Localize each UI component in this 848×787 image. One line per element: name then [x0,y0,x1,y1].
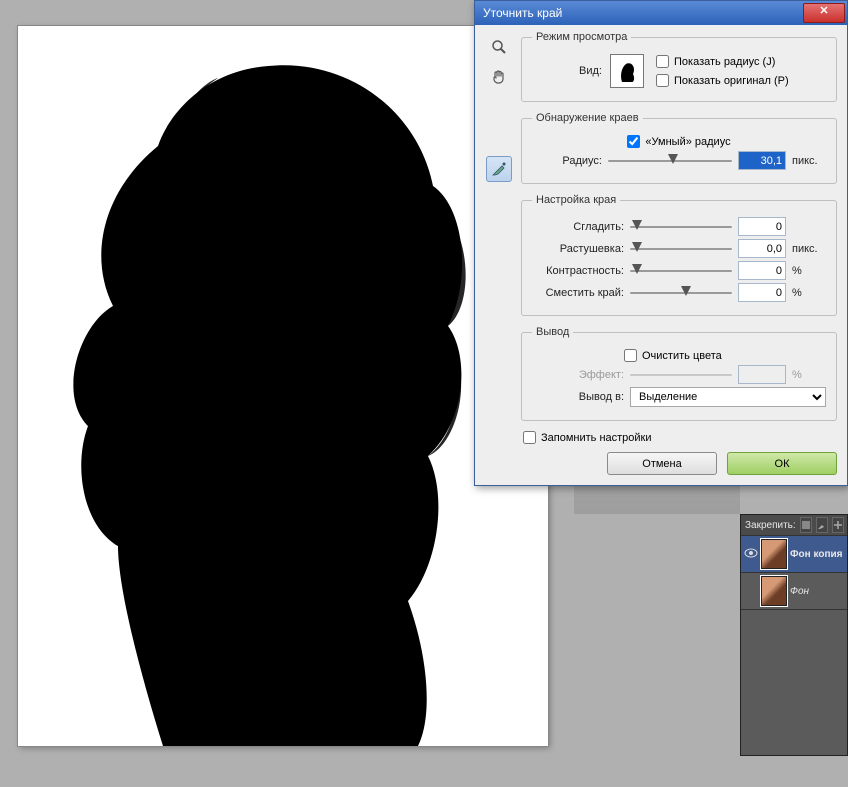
radius-slider[interactable] [608,152,732,170]
refine-edge-dialog: Уточнить край ✕ Режим просмотра [474,0,848,486]
layer-name-label[interactable]: Фон копия [790,549,844,560]
zoom-tool-icon[interactable] [487,35,511,59]
contrast-value[interactable] [738,261,786,280]
layer-row-bg[interactable]: Фон [741,573,847,610]
smart-radius-checkbox[interactable]: «Умный» радиус [627,135,730,148]
section-adjust-legend: Настройка края [532,194,620,206]
remember-settings-input[interactable] [523,431,536,444]
section-edge-detection: Обнаружение краев «Умный» радиус Радиус: [521,112,837,184]
section-view-legend: Режим просмотра [532,31,631,43]
feather-slider[interactable] [630,240,732,258]
lock-transparent-icon[interactable] [800,517,812,533]
refine-brush-tool-icon[interactable] [486,156,512,182]
shift-edge-slider[interactable] [630,284,732,302]
layer-name-label[interactable]: Фон [790,586,844,597]
close-button[interactable]: ✕ [803,3,845,23]
radius-unit: пикс. [792,155,826,167]
radius-value[interactable] [738,151,786,170]
section-output-legend: Вывод [532,326,573,338]
layers-panel: Закрепить: Фон копия Фон [740,514,848,756]
document-canvas[interactable] [18,26,548,746]
lock-brush-icon[interactable] [816,517,828,533]
amount-value [738,365,786,384]
section-edge-legend: Обнаружение краев [532,112,643,124]
visibility-toggle-icon[interactable] [744,548,758,561]
shift-edge-value[interactable] [738,283,786,302]
layer-row-bg-copy[interactable]: Фон копия [741,536,847,573]
view-mode-thumb[interactable] [610,54,644,88]
cancel-button[interactable]: Отмена [607,452,717,475]
output-to-select[interactable]: Выделение [630,387,826,407]
amount-label: Эффект: [532,369,624,381]
show-original-checkbox[interactable]: Показать оригинал (P) [656,74,826,87]
contrast-unit: % [792,265,826,277]
show-radius-checkbox[interactable]: Показать радиус (J) [656,55,826,68]
shift-edge-label: Сместить край: [532,287,624,299]
section-output: Вывод Очистить цвета Эффект: % [521,326,837,421]
layer-thumbnail[interactable] [761,576,787,606]
lock-move-icon[interactable] [832,517,844,533]
smooth-label: Сгладить: [532,221,624,233]
section-view-mode: Режим просмотра Вид: Показать радиус (J) [521,31,837,102]
dialog-titlebar[interactable]: Уточнить край ✕ [475,1,847,25]
show-radius-input[interactable] [656,55,669,68]
contrast-label: Контрастность: [532,265,624,277]
layer-thumbnail[interactable] [761,539,787,569]
feather-value[interactable] [738,239,786,258]
hand-tool-icon[interactable] [487,65,511,89]
show-original-input[interactable] [656,74,669,87]
shift-edge-unit: % [792,287,826,299]
layers-lock-row: Закрепить: [741,515,847,536]
ok-button[interactable]: ОК [727,452,837,475]
radius-label: Радиус: [532,155,602,167]
smooth-value[interactable] [738,217,786,236]
layers-lock-label: Закрепить: [745,520,796,531]
dialog-tools [485,31,513,475]
section-adjust-edge: Настройка края Сгладить: Растушевка: пик… [521,194,837,316]
remember-settings-checkbox[interactable]: Запомнить настройки [523,431,837,444]
output-to-label: Вывод в: [532,391,624,403]
view-label: Вид: [532,65,602,77]
feather-label: Растушевка: [532,243,624,255]
contrast-slider[interactable] [630,262,732,280]
dialog-title: Уточнить край [483,6,803,20]
decontaminate-input[interactable] [624,349,637,362]
amount-unit: % [792,369,826,381]
decontaminate-checkbox[interactable]: Очистить цвета [624,349,722,362]
feather-unit: пикс. [792,243,826,255]
silhouette-preview [18,26,548,746]
smart-radius-input[interactable] [627,135,640,148]
amount-slider [630,366,732,384]
smooth-slider[interactable] [630,218,732,236]
